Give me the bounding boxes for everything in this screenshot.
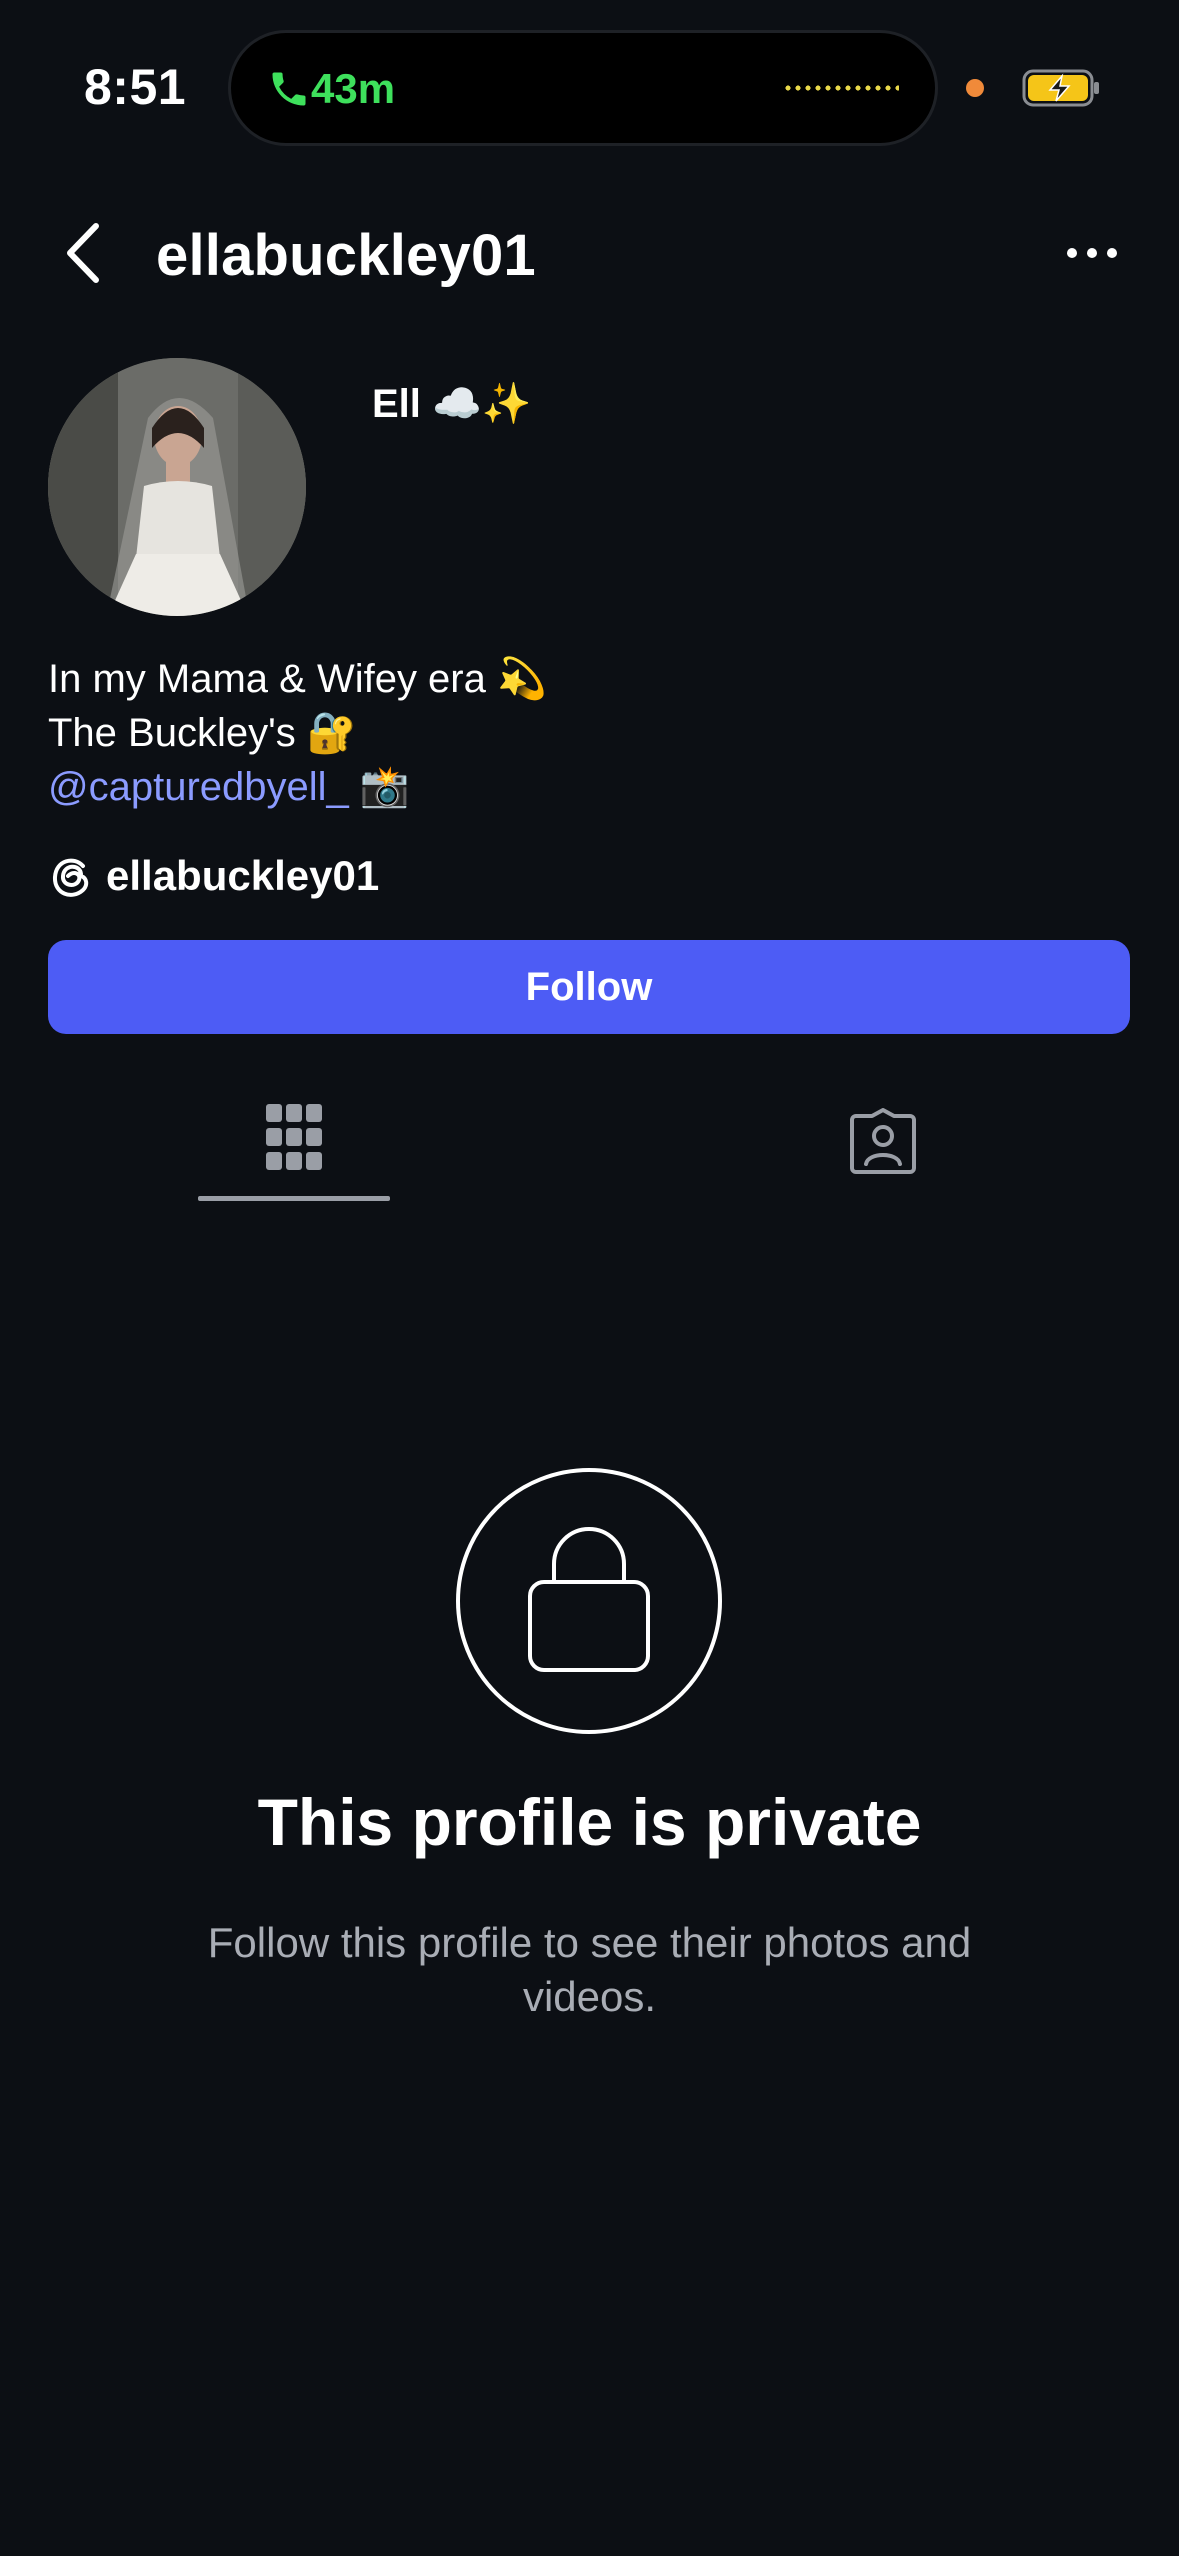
lock-icon [528,1527,650,1672]
battery-charging-icon [1022,69,1099,107]
active-tab-indicator [198,1196,390,1201]
bio-emoji: 📸 [348,765,410,809]
bio-mention-link[interactable]: @capturedbyell_ [48,765,349,809]
profile-avatar[interactable] [48,358,306,616]
call-duration: 43m [311,65,396,112]
bio-line-mention: @capturedbyell_ 📸 [48,760,410,814]
more-options-icon[interactable] [1064,238,1120,268]
tab-tagged[interactable] [790,1090,982,1200]
phone-icon [272,72,306,106]
private-profile-title: This profile is private [257,1785,922,1859]
back-arrow-icon[interactable] [58,218,108,288]
status-time: 8:51 [84,59,187,115]
tab-posts-grid[interactable] [198,1090,390,1200]
threads-username-link[interactable]: ellabuckley01 [106,852,379,900]
audio-waveform-icon [783,85,899,91]
threads-icon[interactable] [50,854,94,900]
bio-line: The Buckley's 🔐 [48,711,357,755]
bio-line: In my Mama & Wifey era 💫 [48,657,547,701]
display-name: Ell ☁️✨ [372,382,532,426]
follow-button[interactable]: Follow [48,940,1130,1034]
mic-indicator-dot [966,79,984,97]
private-profile-description: Follow this profile to see their photos … [207,1919,972,2020]
grid-icon [266,1104,322,1170]
tagged-icon [850,1108,916,1174]
dynamic-island-call[interactable]: 43m [228,30,938,146]
avatar-photo [48,358,306,616]
profile-username-title: ellabuckley01 [156,223,536,288]
